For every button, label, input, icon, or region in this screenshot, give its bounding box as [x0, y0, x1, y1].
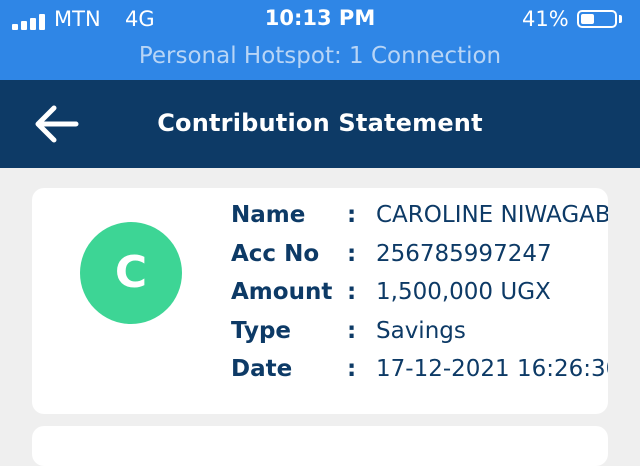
contribution-card[interactable]: C Name : CAROLINE NIWAGABA Acc No : 2567… — [32, 188, 608, 414]
detail-row-date: Date : 17-12-2021 16:26:30 — [231, 356, 608, 395]
detail-row-account: Acc No : 256785997247 — [231, 241, 608, 280]
detail-row-type: Type : Savings — [231, 318, 608, 357]
separator: : — [347, 279, 357, 305]
separator: : — [347, 356, 357, 382]
type-label: Type — [231, 317, 292, 344]
name-label: Name — [231, 202, 306, 228]
separator: : — [347, 240, 357, 267]
account-number-value: 256785997247 — [376, 240, 552, 267]
amount-value: 1,500,000 UGX — [376, 279, 551, 305]
amount-label: Amount — [231, 279, 333, 305]
status-bar: MTN 4G 10:13 PM 41% Personal Hotspot: 1 … — [0, 0, 640, 80]
page-title: Contribution Statement — [157, 109, 483, 137]
account-number-label: Acc No — [231, 240, 320, 267]
detail-row-amount: Amount : 1,500,000 UGX — [231, 279, 608, 318]
name-value: CAROLINE NIWAGABA — [376, 202, 608, 228]
contribution-details: Name : CAROLINE NIWAGABA Acc No : 256785… — [231, 202, 608, 395]
battery-cap — [619, 15, 622, 23]
detail-row-name: Name : CAROLINE NIWAGABA — [231, 202, 608, 241]
app-header: Contribution Statement — [0, 80, 640, 168]
hotspot-banner[interactable]: Personal Hotspot: 1 Connection — [0, 43, 640, 69]
type-value: Savings — [376, 317, 466, 344]
next-contribution-card[interactable] — [32, 426, 608, 466]
separator: : — [347, 317, 357, 344]
status-row: MTN 4G 10:13 PM 41% — [0, 0, 640, 40]
date-label: Date — [231, 356, 293, 382]
battery-icon — [577, 10, 617, 28]
date-value: 17-12-2021 16:26:30 — [376, 356, 608, 382]
separator: : — [347, 202, 357, 228]
battery-percentage: 41% — [522, 7, 569, 31]
battery-level — [581, 14, 594, 24]
avatar: C — [80, 222, 182, 324]
